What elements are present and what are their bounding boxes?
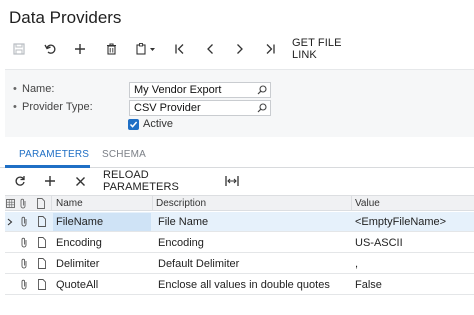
- column-header-value[interactable]: Value: [355, 198, 380, 209]
- first-record-icon: [175, 44, 184, 54]
- tab-bar: PARAMETERS SCHEMA: [0, 141, 474, 168]
- add-button[interactable]: [71, 36, 89, 62]
- close-icon: [75, 176, 85, 186]
- row-description[interactable]: Encoding: [158, 237, 204, 249]
- row-value[interactable]: <EmptyFileName>: [355, 216, 446, 228]
- undo-icon: [43, 44, 55, 54]
- plus-icon: [75, 44, 85, 54]
- row-name[interactable]: FileName: [56, 216, 103, 228]
- row-description[interactable]: File Name: [158, 216, 208, 228]
- table-row[interactable]: FileName File Name <EmptyFileName>: [5, 212, 474, 232]
- tab-parameters[interactable]: PARAMETERS: [19, 149, 89, 160]
- refresh-button[interactable]: [11, 170, 29, 192]
- fit-columns-button[interactable]: [223, 170, 241, 192]
- row-description[interactable]: Default Delimiter: [158, 258, 239, 270]
- undo-button[interactable]: [41, 36, 59, 62]
- copy-icon: [136, 43, 155, 55]
- copy-paste-button[interactable]: [133, 36, 159, 62]
- plus-icon: [45, 176, 55, 186]
- next-icon: [237, 44, 243, 54]
- name-field[interactable]: My Vendor Export: [129, 82, 271, 98]
- attachment-icon: [20, 198, 26, 209]
- delete-button[interactable]: [102, 36, 120, 62]
- provider-type-field[interactable]: CSV Provider: [129, 100, 271, 116]
- provider-type-label: Provider Type:: [13, 101, 93, 113]
- active-checkbox-group[interactable]: Active: [128, 118, 173, 130]
- column-header-name[interactable]: Name: [56, 198, 83, 209]
- first-record-button[interactable]: [171, 36, 189, 62]
- note-icon: [37, 198, 45, 209]
- name-label: Name:: [13, 83, 55, 95]
- grid-toolbar: RELOAD PARAMETERS: [0, 169, 474, 193]
- table-row[interactable]: Encoding Encoding US-ASCII: [5, 233, 474, 253]
- page-title: Data Providers: [9, 8, 122, 27]
- active-tab-indicator: [5, 165, 90, 168]
- row-value[interactable]: US-ASCII: [355, 237, 403, 249]
- row-selector-chevron-icon: [7, 218, 13, 226]
- search-icon[interactable]: [257, 85, 267, 95]
- attachment-icon[interactable]: [20, 216, 28, 227]
- previous-icon: [207, 44, 213, 54]
- reload-parameters-button[interactable]: RELOAD PARAMETERS: [103, 169, 209, 193]
- note-icon[interactable]: [38, 216, 46, 227]
- trash-icon: [106, 43, 116, 55]
- provider-type-value: CSV Provider: [134, 102, 201, 114]
- grid-add-button[interactable]: [41, 170, 59, 192]
- note-icon[interactable]: [38, 279, 46, 290]
- row-name[interactable]: QuoteAll: [56, 279, 98, 291]
- next-record-button[interactable]: [231, 36, 249, 62]
- refresh-icon: [15, 176, 25, 186]
- save-icon: [13, 43, 25, 55]
- checkmark-icon: [129, 121, 138, 128]
- column-header-description[interactable]: Description: [156, 198, 206, 209]
- table-row[interactable]: Delimiter Default Delimiter ,: [5, 254, 474, 274]
- name-value: My Vendor Export: [134, 84, 222, 96]
- get-file-link-button[interactable]: GET FILE LINK: [292, 36, 368, 62]
- note-icon[interactable]: [38, 258, 46, 269]
- column-separator: [152, 196, 153, 210]
- row-name[interactable]: Encoding: [56, 237, 102, 249]
- column-separator: [51, 196, 52, 210]
- search-icon[interactable]: [257, 103, 267, 113]
- row-description[interactable]: Enclose all values in double quotes: [158, 279, 330, 291]
- column-separator: [351, 196, 352, 210]
- row-value[interactable]: ,: [355, 258, 358, 270]
- attachment-icon[interactable]: [20, 258, 28, 269]
- active-checkbox[interactable]: [128, 118, 139, 130]
- summary-form: Name: My Vendor Export Provider Type: CS…: [5, 69, 474, 137]
- row-value[interactable]: False: [355, 279, 382, 291]
- table-header: Name Description Value: [5, 195, 474, 211]
- previous-record-button[interactable]: [201, 36, 219, 62]
- attachment-icon[interactable]: [20, 237, 28, 248]
- row-name[interactable]: Delimiter: [56, 258, 99, 270]
- attachment-icon[interactable]: [20, 279, 28, 290]
- fit-columns-icon: [225, 176, 239, 186]
- main-toolbar: GET FILE LINK: [0, 36, 474, 62]
- save-button[interactable]: [10, 36, 28, 62]
- grid-delete-button[interactable]: [71, 170, 89, 192]
- table-row[interactable]: QuoteAll Enclose all values in double qu…: [5, 275, 474, 295]
- tab-schema[interactable]: SCHEMA: [102, 149, 146, 160]
- last-record-button[interactable]: [261, 36, 279, 62]
- note-icon[interactable]: [38, 237, 46, 248]
- grid-settings-icon[interactable]: [6, 199, 15, 208]
- active-label: Active: [143, 118, 173, 130]
- last-record-icon: [266, 44, 275, 54]
